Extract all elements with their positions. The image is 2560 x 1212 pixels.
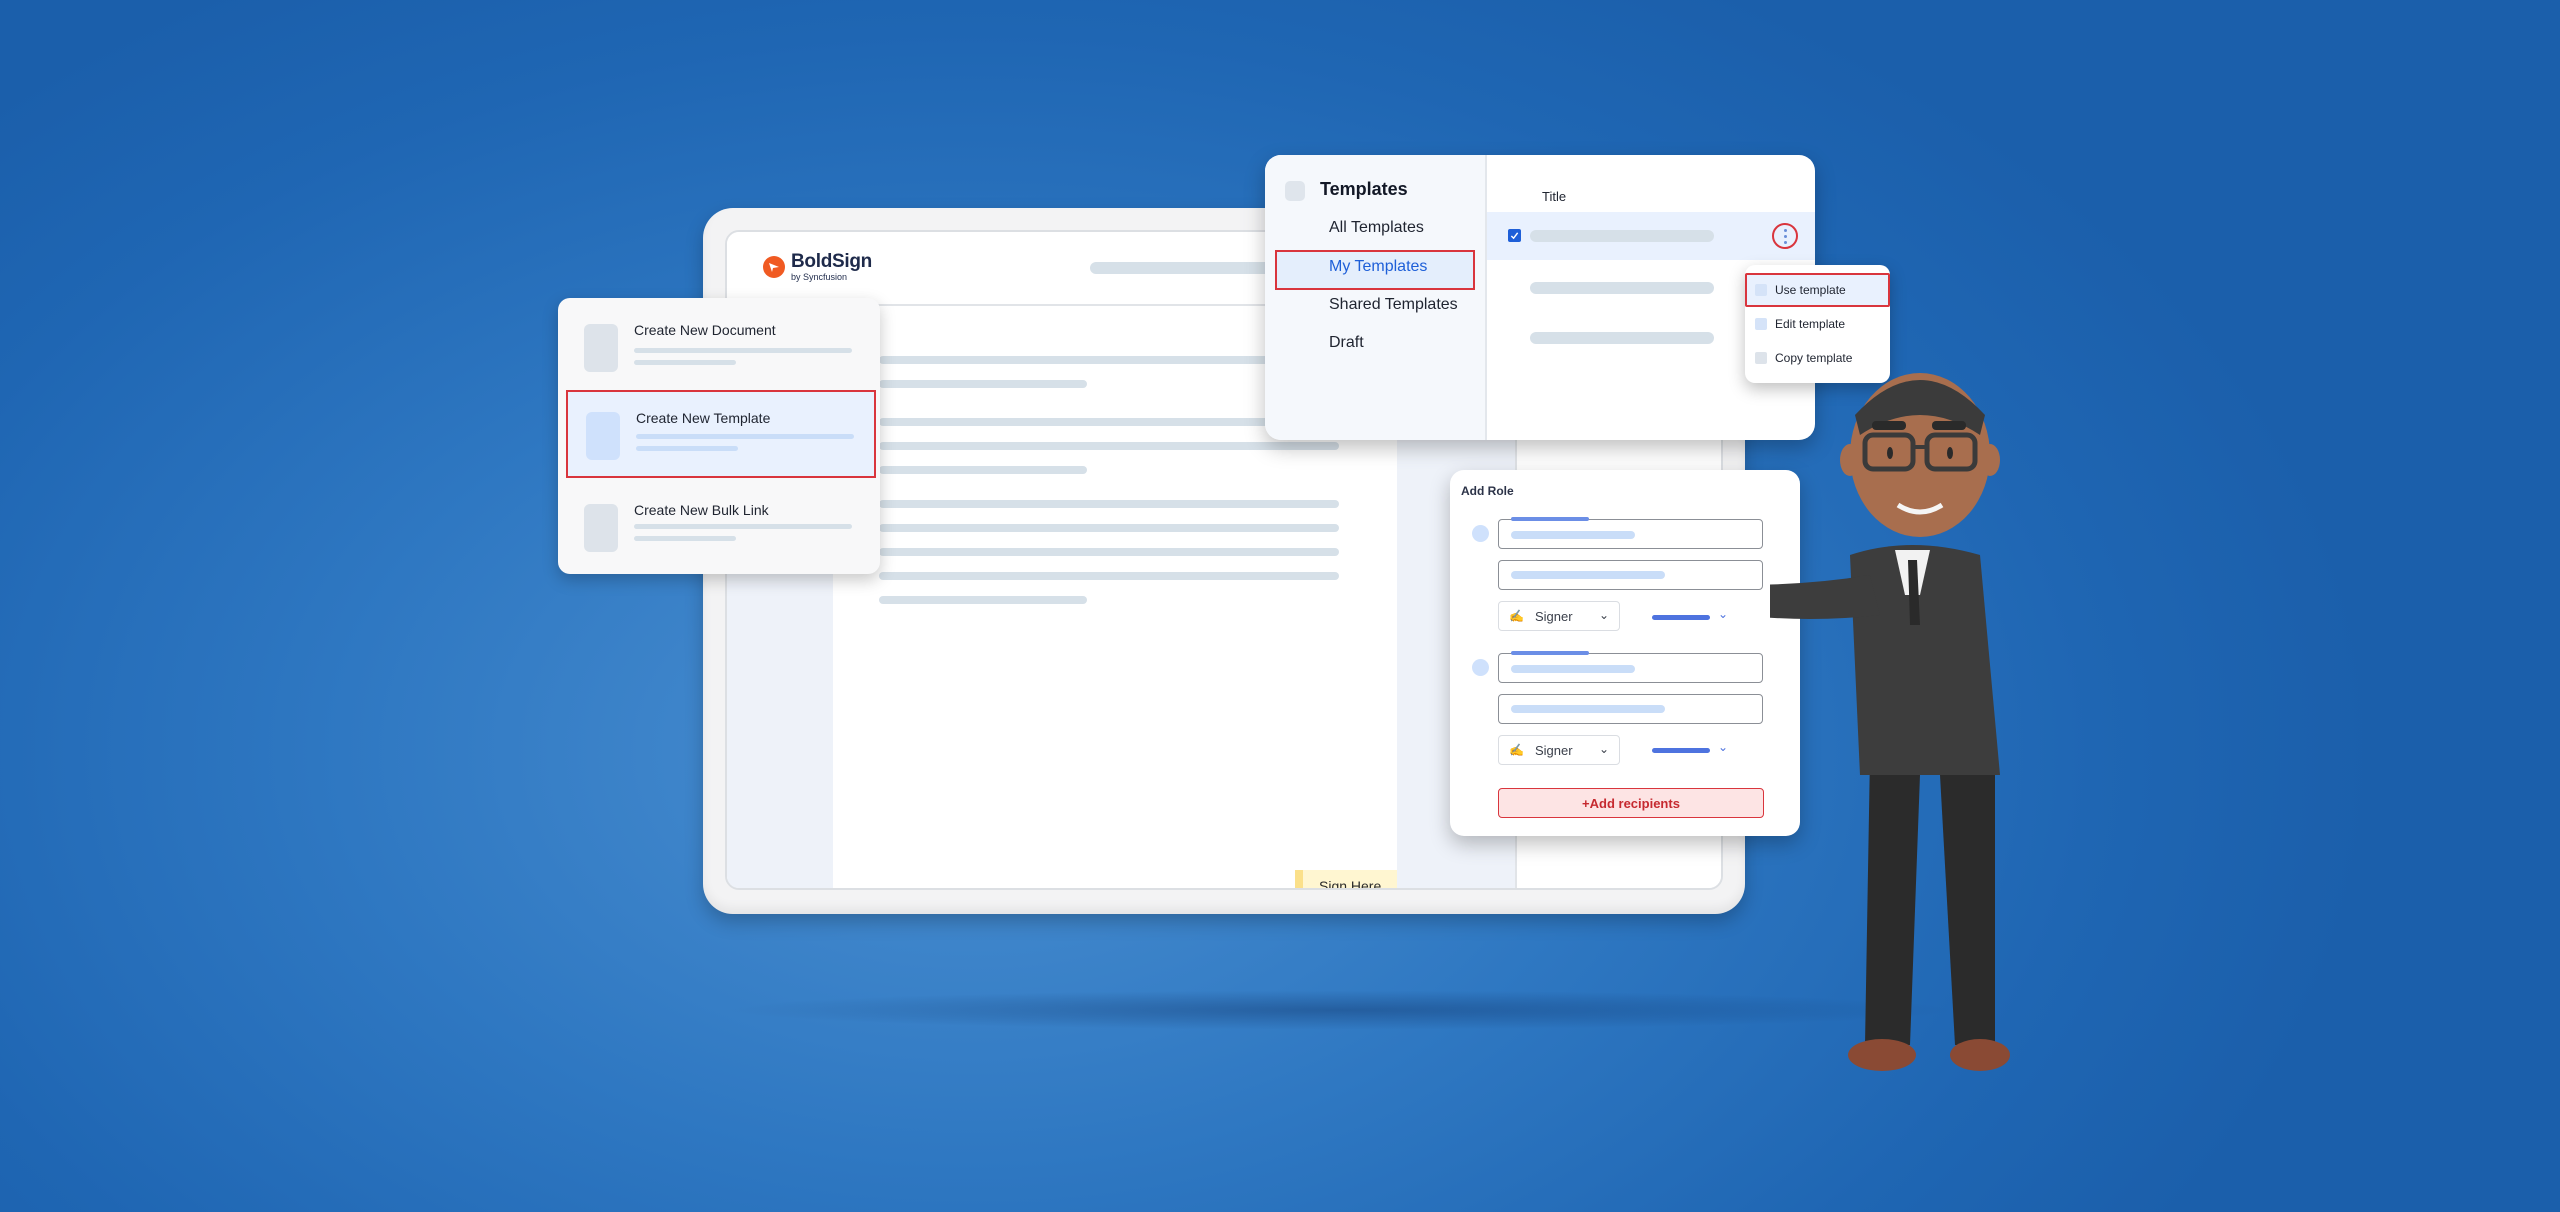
sign-here-label: Sign Here	[1319, 878, 1382, 890]
nav-draft[interactable]: Draft	[1329, 334, 1364, 352]
bulk-link-icon	[584, 504, 618, 552]
create-menu: Create New Document Create New Template …	[558, 298, 880, 574]
chevron-down-icon: ⌄	[1598, 742, 1609, 756]
paper-plane-icon	[763, 256, 785, 278]
add-role-panel: Add Role ✍ Signer ⌄ ⌄ ✍ Signer ⌄ ⌄ +Add …	[1450, 470, 1800, 836]
brand-name: BoldSign	[791, 251, 872, 272]
description-line	[634, 524, 852, 529]
copy-template-icon	[1755, 352, 1767, 364]
floating-label	[1511, 517, 1589, 521]
role-type-value: Signer	[1535, 608, 1573, 624]
kebab-menu-icon[interactable]	[1772, 223, 1798, 249]
text-line	[879, 500, 1339, 508]
text-line	[879, 596, 1087, 604]
column-header-title[interactable]: Title	[1542, 189, 1566, 204]
text-line	[879, 380, 1087, 388]
text-line	[879, 466, 1087, 474]
add-recipients-button[interactable]: +Add recipients	[1498, 788, 1764, 818]
templates-panel: Templates All Templates My Templates Sha…	[1265, 155, 1815, 440]
nav-shared-templates[interactable]: Shared Templates	[1329, 296, 1458, 314]
role-name-input[interactable]	[1498, 517, 1763, 549]
menu-item-edit-template[interactable]: Edit template	[1745, 307, 1890, 341]
menu-item-label: Edit template	[1775, 317, 1846, 331]
floating-label	[1511, 651, 1589, 655]
input-value-placeholder	[1511, 665, 1635, 673]
create-new-template-item[interactable]: Create New Template	[566, 390, 876, 478]
title-placeholder	[1530, 282, 1714, 294]
option-placeholder	[1652, 748, 1710, 753]
input-value-placeholder	[1511, 531, 1635, 539]
title-placeholder	[1530, 230, 1714, 242]
description-line	[636, 434, 854, 439]
brand-subtitle: by Syncfusion	[791, 272, 848, 282]
description-line	[634, 348, 852, 353]
create-item-label: Create New Document	[634, 322, 776, 338]
title-placeholder	[1530, 332, 1714, 344]
header-placeholder-bar	[1090, 262, 1290, 274]
text-line	[879, 548, 1339, 556]
text-line	[879, 524, 1339, 532]
role-type-select[interactable]: ✍ Signer ⌄	[1498, 601, 1620, 631]
option-placeholder	[1652, 615, 1710, 620]
menu-item-use-template[interactable]: Use template	[1745, 273, 1890, 307]
text-line	[879, 572, 1339, 580]
template-icon	[586, 412, 620, 460]
create-item-label: Create New Bulk Link	[634, 502, 769, 518]
table-row[interactable]	[1487, 212, 1815, 260]
edit-template-icon	[1755, 318, 1767, 330]
description-line	[634, 536, 736, 541]
description-line	[636, 446, 738, 451]
description-line	[634, 360, 736, 365]
input-value-placeholder	[1511, 705, 1665, 713]
chevron-down-icon[interactable]: ⌄	[1718, 740, 1728, 754]
role-email-input[interactable]	[1498, 560, 1763, 590]
role-type-select[interactable]: ✍ Signer ⌄	[1498, 735, 1620, 765]
templates-sidebar: Templates All Templates My Templates Sha…	[1265, 155, 1487, 440]
signature-pen-icon: ✍	[1509, 743, 1524, 757]
create-new-bulk-link-item[interactable]: Create New Bulk Link	[566, 484, 876, 572]
nav-all-templates[interactable]: All Templates	[1329, 219, 1424, 237]
presenter-character-illustration	[1770, 373, 2010, 1071]
create-item-label: Create New Template	[636, 410, 771, 426]
input-value-placeholder	[1511, 571, 1665, 579]
create-new-document-item[interactable]: Create New Document	[566, 304, 876, 392]
templates-icon	[1285, 181, 1305, 201]
templates-heading: Templates	[1320, 179, 1408, 199]
use-template-icon	[1755, 284, 1767, 296]
document-icon	[584, 324, 618, 372]
chevron-down-icon: ⌄	[1598, 608, 1609, 622]
row-checkbox[interactable]	[1508, 229, 1521, 242]
role-avatar	[1472, 659, 1489, 676]
brand-logo[interactable]: BoldSign by Syncfusion	[763, 252, 872, 282]
add-role-title: Add Role	[1461, 484, 1514, 498]
role-name-input[interactable]	[1498, 651, 1763, 683]
role-avatar	[1472, 525, 1489, 542]
menu-item-label: Use template	[1775, 283, 1846, 297]
text-line	[879, 442, 1339, 450]
nav-my-templates[interactable]: My Templates	[1329, 258, 1427, 276]
signature-pen-icon: ✍	[1509, 609, 1524, 623]
role-email-input[interactable]	[1498, 694, 1763, 724]
chevron-down-icon[interactable]: ⌄	[1718, 607, 1728, 621]
role-type-value: Signer	[1535, 742, 1573, 758]
